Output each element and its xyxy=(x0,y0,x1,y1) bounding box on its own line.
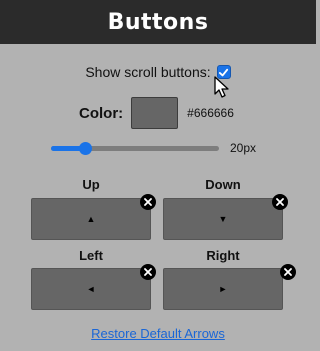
left-arrow-label: Left xyxy=(79,248,103,263)
color-row: Color: #666666 xyxy=(79,97,234,129)
close-icon xyxy=(284,268,292,276)
down-arrow-glyph: ▼ xyxy=(218,214,228,224)
remove-down-button[interactable] xyxy=(272,194,288,210)
down-arrow-label: Down xyxy=(205,177,241,192)
close-icon xyxy=(144,268,152,276)
close-icon xyxy=(144,198,152,206)
remove-right-button[interactable] xyxy=(280,264,296,280)
size-slider-value: 20px xyxy=(230,141,257,155)
right-arrow-label: Right xyxy=(206,248,240,263)
header: Buttons xyxy=(0,0,316,44)
color-swatch[interactable] xyxy=(131,97,179,129)
remove-up-button[interactable] xyxy=(140,194,156,210)
left-arrow-glyph: ◄ xyxy=(86,284,96,294)
color-hex-value: #666666 xyxy=(187,106,234,120)
color-label: Color: xyxy=(79,104,124,122)
scroll-buttons-row: Show scroll buttons: xyxy=(0,64,316,80)
up-arrow-label: Up xyxy=(82,177,100,192)
right-arrow-button[interactable]: ► xyxy=(163,268,283,310)
size-slider-thumb[interactable] xyxy=(79,142,92,155)
down-arrow-button[interactable]: ▼ xyxy=(163,198,283,240)
up-arrow-button[interactable]: ▲ xyxy=(31,198,151,240)
close-icon xyxy=(276,198,284,206)
page-title: Buttons xyxy=(107,9,209,35)
restore-default-arrows-link[interactable]: Restore Default Arrows xyxy=(0,326,316,341)
left-arrow-button[interactable]: ◄ xyxy=(31,268,151,310)
remove-left-button[interactable] xyxy=(140,264,156,280)
up-arrow-glyph: ▲ xyxy=(86,214,96,224)
right-arrow-glyph: ► xyxy=(218,284,228,294)
scroll-buttons-label: Show scroll buttons: xyxy=(85,64,211,80)
size-slider[interactable] xyxy=(51,142,219,155)
